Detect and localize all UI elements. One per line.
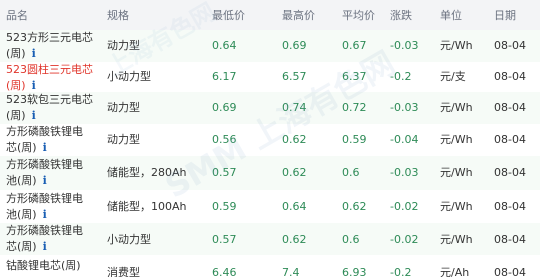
date: 08-04 <box>494 166 526 179</box>
info-icon[interactable]: i <box>32 46 36 62</box>
avg-price: 0.67 <box>342 39 367 52</box>
table-row: 方形磷酸铁锂电 芯(周) i 小动力型 0.57 0.62 0.6 -0.02 元… <box>0 223 540 256</box>
low-price: 0.56 <box>212 133 237 146</box>
unit: 元/Wh <box>440 200 473 213</box>
low-price: 6.17 <box>212 70 237 83</box>
info-icon[interactable]: i <box>43 140 47 156</box>
product-name[interactable]: 523方形三元电芯 (周) i <box>6 30 93 62</box>
spec: 储能型，280Ah <box>107 166 187 179</box>
low-price: 0.57 <box>212 233 237 246</box>
price-table: 品名 规格 最低价 最高价 平均价 涨跌 单位 日期 523方形三元电芯 (周)… <box>0 0 540 277</box>
spec: 小动力型 <box>107 70 151 83</box>
product-name[interactable]: 方形磷酸铁锂电 池(周) i <box>6 191 83 223</box>
date: 08-04 <box>494 200 526 213</box>
high-price: 6.57 <box>282 70 307 83</box>
info-icon[interactable]: i <box>43 207 47 223</box>
unit: 元/Wh <box>440 39 473 52</box>
avg-price: 0.59 <box>342 133 367 146</box>
price-change: -0.2 <box>390 266 412 277</box>
table-row: 钴酸锂电芯(周) 消费型 6.46 7.4 6.93 -0.2 元/Ah 08-… <box>0 255 540 277</box>
unit: 元/Wh <box>440 233 473 246</box>
info-icon[interactable]: i <box>32 108 36 124</box>
product-name[interactable]: 钴酸锂电芯(周) <box>6 258 81 274</box>
table-row: 523圆柱三元电芯 (周) i 小动力型 6.17 6.57 6.37 -0.2 … <box>0 62 540 93</box>
high-price: 0.69 <box>282 39 307 52</box>
high-price: 0.74 <box>282 101 307 114</box>
table-row: 方形磷酸铁锂电 芯(周) i 动力型 0.56 0.62 0.59 -0.04 元… <box>0 124 540 157</box>
unit: 元/Wh <box>440 166 473 179</box>
product-name[interactable]: 523圆柱三元电芯 (周) i <box>6 62 93 94</box>
spec: 动力型 <box>107 39 140 52</box>
product-name[interactable]: 方形磷酸铁锂电 芯(周) i <box>6 223 83 255</box>
header-date: 日期 <box>494 9 516 22</box>
info-icon[interactable]: i <box>43 173 47 189</box>
spec: 储能型，100Ah <box>107 200 187 213</box>
spec: 消费型 <box>107 266 140 277</box>
high-price: 0.64 <box>282 200 307 213</box>
date: 08-04 <box>494 101 526 114</box>
table-row: 方形磷酸铁锂电 池(周) i 储能型，100Ah 0.59 0.64 0.62 -… <box>0 190 540 224</box>
low-price: 6.46 <box>212 266 237 277</box>
low-price: 0.69 <box>212 101 237 114</box>
table-row: 523软包三元电芯 (周) i 动力型 0.69 0.74 0.72 -0.03 … <box>0 92 540 125</box>
avg-price: 6.37 <box>342 70 367 83</box>
table-header: 品名 规格 最低价 最高价 平均价 涨跌 单位 日期 <box>0 0 540 31</box>
price-change: -0.02 <box>390 200 419 213</box>
low-price: 0.59 <box>212 200 237 213</box>
high-price: 7.4 <box>282 266 300 277</box>
product-name[interactable]: 方形磷酸铁锂电 池(周) i <box>6 157 83 189</box>
high-price: 0.62 <box>282 133 307 146</box>
price-change: -0.03 <box>390 166 419 179</box>
high-price: 0.62 <box>282 166 307 179</box>
price-change: -0.02 <box>390 233 419 246</box>
low-price: 0.64 <box>212 39 237 52</box>
avg-price: 0.6 <box>342 233 360 246</box>
date: 08-04 <box>494 233 526 246</box>
header-unit: 单位 <box>440 9 462 22</box>
spec: 小动力型 <box>107 233 151 246</box>
table-row: 方形磷酸铁锂电 池(周) i 储能型，280Ah 0.57 0.62 0.6 -0… <box>0 156 540 191</box>
unit: 元/Wh <box>440 133 473 146</box>
high-price: 0.62 <box>282 233 307 246</box>
date: 08-04 <box>494 39 526 52</box>
info-icon[interactable]: i <box>43 239 47 255</box>
header-change: 涨跌 <box>390 9 412 22</box>
date: 08-04 <box>494 266 526 277</box>
low-price: 0.57 <box>212 166 237 179</box>
header-name: 品名 <box>6 9 28 22</box>
avg-price: 0.62 <box>342 200 367 213</box>
date: 08-04 <box>494 133 526 146</box>
header-spec: 规格 <box>107 9 129 22</box>
header-avg: 平均价 <box>342 9 375 22</box>
unit: 元/支 <box>440 70 466 83</box>
header-high: 最高价 <box>282 9 315 22</box>
unit: 元/Wh <box>440 101 473 114</box>
avg-price: 0.6 <box>342 166 360 179</box>
price-change: -0.2 <box>390 70 412 83</box>
price-change: -0.03 <box>390 39 419 52</box>
avg-price: 6.93 <box>342 266 367 277</box>
price-change: -0.03 <box>390 101 419 114</box>
price-change: -0.04 <box>390 133 419 146</box>
product-name[interactable]: 方形磷酸铁锂电 芯(周) i <box>6 124 83 156</box>
avg-price: 0.72 <box>342 101 367 114</box>
date: 08-04 <box>494 70 526 83</box>
product-name[interactable]: 523软包三元电芯 (周) i <box>6 92 93 124</box>
unit: 元/Ah <box>440 266 470 277</box>
table-row: 523方形三元电芯 (周) i 动力型 0.64 0.69 0.67 -0.03 … <box>0 30 540 63</box>
spec: 动力型 <box>107 133 140 146</box>
spec: 动力型 <box>107 101 140 114</box>
header-low: 最低价 <box>212 9 245 22</box>
